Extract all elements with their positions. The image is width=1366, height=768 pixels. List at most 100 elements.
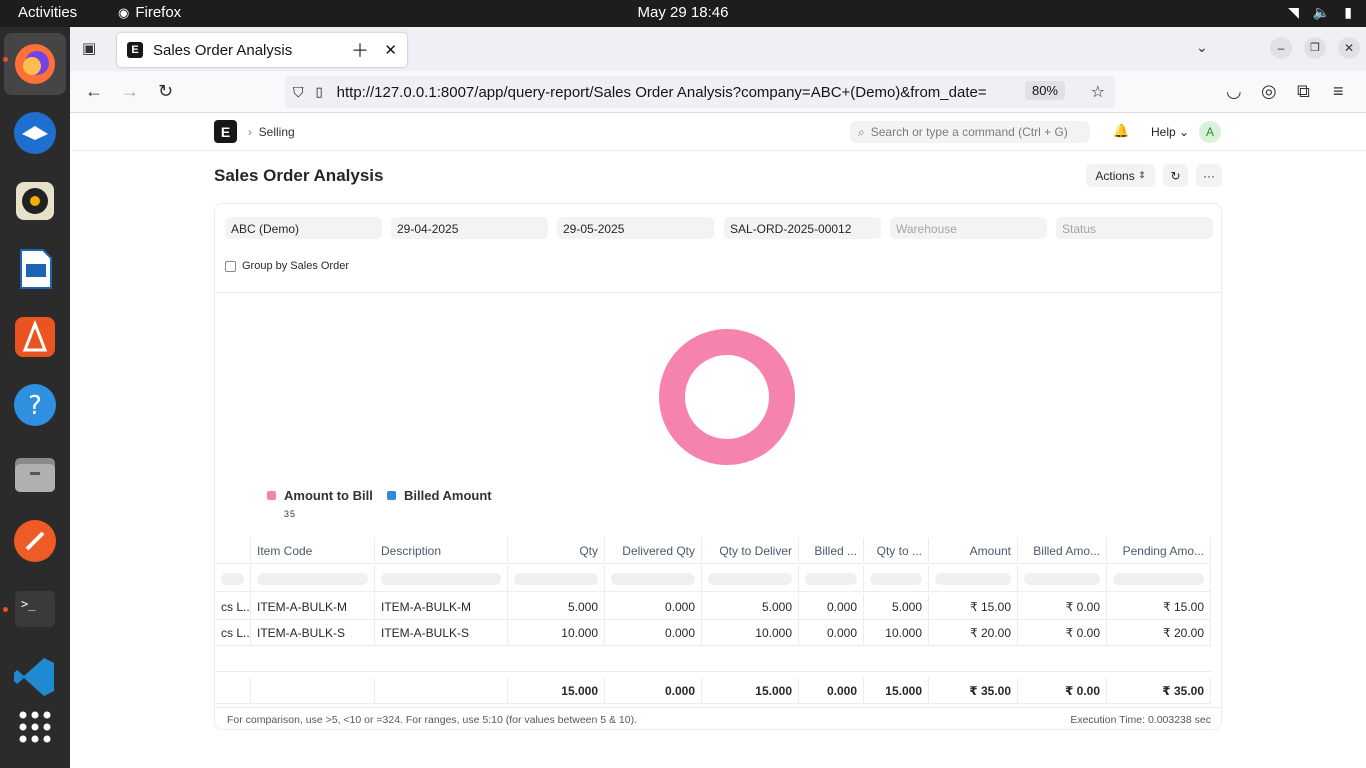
table-cell[interactable]: cs L...	[215, 594, 251, 620]
table-cell[interactable]: ₹ 20.00	[929, 620, 1018, 646]
warehouse-filter[interactable]: Warehouse	[890, 217, 1047, 239]
column-filter-input[interactable]	[508, 566, 605, 592]
table-cell[interactable]: 10.000	[702, 620, 799, 646]
more-menu-button[interactable]: ···	[1196, 164, 1222, 187]
legend-billed-amount[interactable]: Billed Amount	[387, 488, 492, 503]
column-header[interactable]: Billed Amo...	[1018, 538, 1107, 564]
filter-input-pill[interactable]	[935, 572, 1011, 585]
dock-terminal[interactable]: >_	[11, 585, 59, 633]
table-cell[interactable]: 10.000	[864, 620, 929, 646]
url-text[interactable]: http://127.0.0.1:8007/app/query-report/S…	[337, 84, 1017, 101]
table-cell[interactable]: 15.000	[864, 678, 929, 704]
table-cell[interactable]: 0.000	[799, 620, 864, 646]
filter-input-pill[interactable]	[514, 572, 598, 585]
legend-amount-to-bill[interactable]: Amount to Bill	[267, 488, 373, 503]
table-cell[interactable]	[215, 678, 251, 704]
column-filter-input[interactable]	[215, 566, 251, 592]
column-header[interactable]: Description	[375, 538, 508, 564]
column-header[interactable]: Qty	[508, 538, 605, 564]
dock-postman[interactable]	[11, 517, 59, 565]
column-filter-input[interactable]	[1107, 566, 1211, 592]
notification-bell-icon[interactable]: 🔔	[1113, 123, 1129, 139]
app-menu[interactable]: ◉ Firefox	[118, 4, 181, 21]
dock-help[interactable]: ?	[11, 381, 59, 429]
extensions-icon[interactable]: ⧉	[1297, 81, 1310, 102]
dock-files[interactable]	[11, 449, 59, 497]
table-cell[interactable]: 0.000	[799, 594, 864, 620]
table-cell[interactable]: 5.000	[702, 594, 799, 620]
restore-icon[interactable]: ❐	[1304, 37, 1326, 59]
avatar[interactable]: A	[1199, 121, 1221, 143]
clock[interactable]: May 29 18:46	[0, 4, 1366, 21]
column-filter-input[interactable]	[605, 566, 702, 592]
column-header[interactable]: Pending Amo...	[1107, 538, 1211, 564]
awesome-bar-search[interactable]: ⌕ Search or type a command (Ctrl + G)	[850, 121, 1090, 143]
sales-order-filter[interactable]: SAL-ORD-2025-00012	[724, 217, 881, 239]
menu-icon[interactable]: ≡	[1333, 81, 1344, 102]
dock-thunderbird[interactable]	[11, 109, 59, 157]
column-filter-input[interactable]	[251, 566, 375, 592]
column-filter-input[interactable]	[1018, 566, 1107, 592]
dock-writer[interactable]	[11, 245, 59, 293]
dock-firefox[interactable]	[4, 33, 66, 95]
column-header[interactable]: Item Code	[251, 538, 375, 564]
status-filter[interactable]: Status	[1056, 217, 1213, 239]
filter-input-pill[interactable]	[805, 572, 857, 585]
table-cell[interactable]: cs L...	[215, 620, 251, 646]
column-header[interactable]: Qty to ...	[864, 538, 929, 564]
table-cell[interactable]: 0.000	[605, 594, 702, 620]
company-filter[interactable]: ABC (Demo)	[225, 217, 382, 239]
table-cell[interactable]: ₹ 35.00	[1107, 678, 1211, 704]
column-filter-input[interactable]	[929, 566, 1018, 592]
forward-icon[interactable]: →	[121, 81, 139, 102]
column-header[interactable]: Billed ...	[799, 538, 864, 564]
filter-input-pill[interactable]	[1113, 572, 1204, 585]
table-cell[interactable]: ₹ 20.00	[1107, 620, 1211, 646]
table-cell[interactable]: ITEM-A-BULK-S	[375, 620, 508, 646]
table-cell[interactable]: 15.000	[508, 678, 605, 704]
table-cell[interactable]: ₹ 15.00	[1107, 594, 1211, 620]
table-cell[interactable]: ₹ 0.00	[1018, 678, 1107, 704]
dock-vscode[interactable]	[11, 653, 59, 701]
firefox-view-icon[interactable]: ▣	[82, 39, 96, 57]
filter-input-pill[interactable]	[257, 572, 368, 585]
table-cell[interactable]	[375, 678, 508, 704]
table-cell[interactable]: 0.000	[605, 678, 702, 704]
shield-icon[interactable]: ⛉	[293, 84, 304, 101]
filter-input-pill[interactable]	[708, 572, 792, 585]
table-cell[interactable]: 15.000	[702, 678, 799, 704]
column-filter-input[interactable]	[375, 566, 508, 592]
app-logo[interactable]: E	[214, 120, 237, 143]
filter-input-pill[interactable]	[870, 572, 922, 585]
table-cell[interactable]: ITEM-A-BULK-M	[375, 594, 508, 620]
url-bar[interactable]: ⛉ ▯ http://127.0.0.1:8007/app/query-repo…	[285, 76, 1115, 108]
refresh-button[interactable]: ↻	[1163, 164, 1188, 187]
column-filter-input[interactable]	[864, 566, 929, 592]
column-filter-input[interactable]	[702, 566, 799, 592]
activities-button[interactable]: Activities	[18, 4, 77, 21]
pocket-icon[interactable]: ◡	[1226, 81, 1242, 102]
back-icon[interactable]: ←	[85, 81, 103, 102]
table-cell[interactable]	[251, 678, 375, 704]
new-tab-icon[interactable]: ＋	[351, 37, 369, 63]
group-by-sales-order-checkbox[interactable]: Group by Sales Order	[225, 260, 349, 272]
column-header[interactable]: Qty to Deliver	[702, 538, 799, 564]
dock-rhythmbox[interactable]	[11, 177, 59, 225]
breadcrumb-selling[interactable]: Selling	[259, 125, 295, 139]
filter-input-pill[interactable]	[611, 572, 695, 585]
actions-button[interactable]: Actions ⇕	[1086, 164, 1155, 187]
list-tabs-icon[interactable]: ⌄	[1196, 39, 1208, 56]
table-cell[interactable]: 5.000	[508, 594, 605, 620]
table-cell[interactable]: ₹ 15.00	[929, 594, 1018, 620]
column-filter-input[interactable]	[799, 566, 864, 592]
table-cell[interactable]: 0.000	[799, 678, 864, 704]
filter-input-pill[interactable]	[221, 572, 244, 585]
table-cell[interactable]: ₹ 35.00	[929, 678, 1018, 704]
donut-slice-0[interactable]	[659, 329, 795, 465]
table-cell[interactable]: ₹ 0.00	[1018, 620, 1107, 646]
filter-input-pill[interactable]	[381, 572, 501, 585]
account-icon[interactable]: ◎	[1261, 81, 1277, 102]
from-date-filter[interactable]: 29-04-2025	[391, 217, 548, 239]
table-cell[interactable]: 0.000	[605, 620, 702, 646]
column-header[interactable]	[215, 538, 251, 564]
